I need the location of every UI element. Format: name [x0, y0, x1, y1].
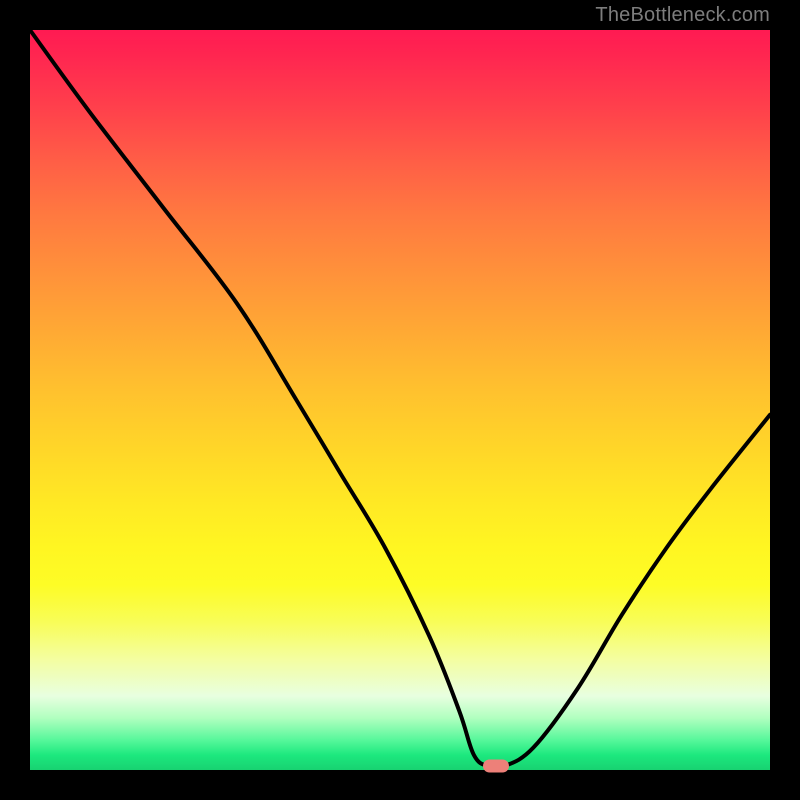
optimum-marker — [483, 759, 509, 772]
chart-container: TheBottleneck.com — [0, 0, 800, 800]
watermark-text: TheBottleneck.com — [595, 4, 770, 27]
bottleneck-curve — [30, 30, 770, 768]
curve-svg — [30, 30, 770, 770]
